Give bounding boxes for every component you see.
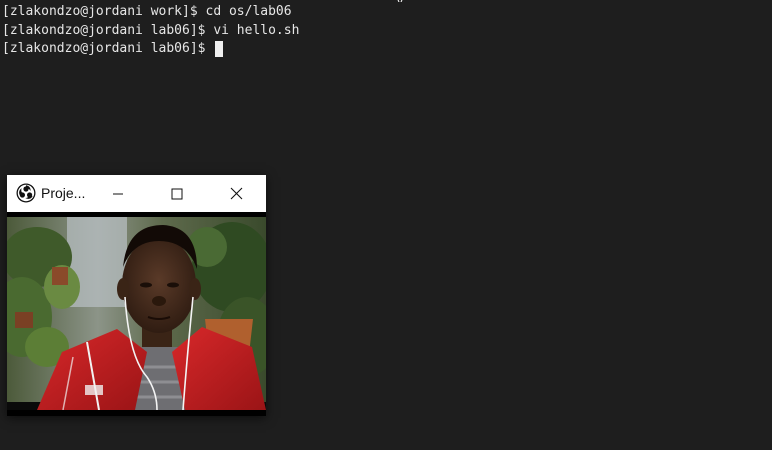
maximize-button[interactable] [154,175,200,212]
minimize-button[interactable] [95,175,141,212]
webcam-video-feed [7,217,266,410]
text-cursor [215,41,224,57]
maximize-icon [171,188,183,199]
terminal-prompt: [zlakondzo@jordani lab06]$ [2,41,214,56]
window-titlebar[interactable]: Proje... [7,175,266,212]
terminal-line-2: [zlakondzo@jordani lab06]$ vi hello.sh [2,23,300,38]
obs-logo-icon [16,183,36,203]
terminal-line-1: [zlakondzo@jordani work]$ cd os/lab06 [2,4,292,19]
cutoff-text-fragment: y [396,0,404,2]
close-button[interactable] [213,175,259,212]
projector-window[interactable]: Proje... [7,175,266,416]
terminal-prompt-line[interactable]: [zlakondzo@jordani lab06]$ [2,41,224,57]
window-title: Proje... [41,185,86,201]
close-icon [230,187,242,200]
minimize-icon [113,193,123,194]
